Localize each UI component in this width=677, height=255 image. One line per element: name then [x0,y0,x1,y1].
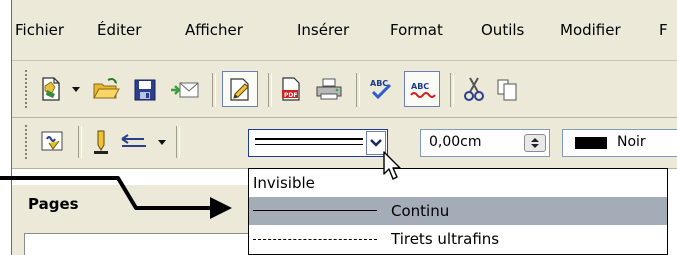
menu-fichier[interactable]: Fichier [15,20,64,40]
edit-file-icon[interactable] [222,71,258,107]
arrow-style-dropdown-icon[interactable] [158,140,166,145]
toolbar-separator [212,73,216,107]
arrow-style-icon[interactable] [120,130,150,154]
line-color-combobox[interactable]: Noir [562,129,677,157]
toolbar-separator [268,73,272,107]
mouse-pointer-icon [383,151,401,180]
svg-text:ABC: ABC [411,82,429,91]
option-label: Continu [391,202,450,220]
new-dropdown-arrow-icon[interactable] [72,87,80,92]
line-color-label: Noir [617,134,646,150]
save-icon[interactable] [132,77,158,103]
line-style-dropdown-list: Invisible Continu Tirets ultrafins [248,168,668,255]
line-style-combobox[interactable] [248,129,388,157]
menu-editer[interactable]: Éditer [97,20,141,40]
send-email-icon[interactable] [170,77,200,103]
option-label: Tirets ultrafins [391,230,500,248]
open-folder-icon[interactable] [92,75,120,103]
line-width-spinner[interactable]: 0,00cm [420,129,550,157]
pages-panel: Pages [12,185,249,255]
line-width-value[interactable]: 0,00cm [429,134,482,150]
new-document-icon[interactable] [38,75,64,103]
line-style-preview-thin [255,144,363,145]
dropdown-option-continu[interactable]: Continu [249,197,667,225]
cut-icon[interactable] [460,75,488,103]
toolbar-grip[interactable] [24,69,28,109]
screenshot-stage: Fichier Éditer Afficher Insérer Format O… [0,0,677,255]
copy-icon[interactable] [496,75,518,103]
svg-text:PDF: PDF [284,92,297,99]
spin-buttons[interactable] [524,134,546,152]
menu-inserer[interactable]: Insérer [297,20,349,40]
export-pdf-icon[interactable]: PDF [278,75,304,103]
menu-bar: Fichier Éditer Afficher Insérer Format O… [12,0,677,61]
menu-fenetre[interactable]: F [659,20,668,40]
toolbar-separator [176,126,180,158]
print-icon[interactable] [314,75,344,103]
menu-modifier[interactable]: Modifier [560,20,621,40]
line-pen-icon[interactable] [88,128,114,156]
menu-afficher[interactable]: Afficher [185,20,243,40]
toolbar-separator [78,126,82,158]
auto-spellcheck-icon[interactable]: ABC [404,71,440,107]
dropdown-option-tirets-ultrafins[interactable]: Tirets ultrafins [249,225,667,253]
menu-outils[interactable]: Outils [481,20,524,40]
pages-list[interactable] [24,233,249,255]
toolbar-separator [356,73,360,107]
dashed-line-sample [253,239,377,240]
spin-arrows-icon [531,138,539,148]
menu-format[interactable]: Format [390,20,443,40]
dropdown-option-invisible[interactable]: Invisible [249,169,667,197]
toolbar-grip[interactable] [24,124,28,160]
toolbar-separator [450,73,454,107]
line-style-preview [255,138,363,140]
color-swatch [575,137,607,149]
standard-toolbar: PDF ABC ABC [12,61,677,118]
spellcheck-icon[interactable]: ABC [366,75,396,103]
solid-line-sample [253,210,377,211]
option-label: Invisible [253,174,315,192]
svg-text:ABC: ABC [370,79,388,88]
pages-panel-title: Pages [28,195,79,213]
style-apply-icon[interactable] [38,128,68,156]
